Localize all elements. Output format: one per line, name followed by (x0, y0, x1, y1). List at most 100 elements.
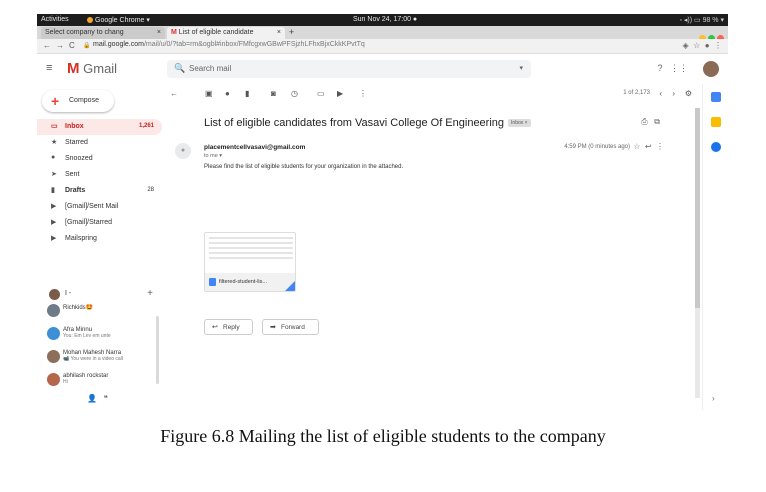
print-icon[interactable]: ⎙ (641, 117, 647, 126)
forward-icon: ➡ (270, 324, 276, 331)
sender-avatar[interactable]: ● (175, 143, 191, 159)
delete-icon[interactable]: ▮ (245, 89, 249, 98)
draft-icon: ▮ (51, 187, 55, 194)
menu-kebab-icon[interactable]: ⋮ (714, 41, 722, 50)
sidebar-item-sent[interactable]: ➤ Sent (37, 167, 162, 183)
sidebar-item-inbox[interactable]: ▭ Inbox 1,261 (37, 119, 162, 135)
tab-gmail[interactable]: M List of eligible candidate × (167, 27, 285, 39)
inbox-label-chip[interactable]: Inbox × (508, 119, 531, 127)
bookmark-star-icon[interactable]: ☆ (693, 41, 700, 50)
person-icon[interactable]: 👤 (87, 394, 97, 403)
sidebar-item-sent-mail[interactable]: ▶ [Gmail]/Sent Mail (37, 199, 162, 215)
drafts-count: 28 (147, 187, 154, 193)
star-icon: ★ (51, 139, 58, 146)
avatar (47, 350, 60, 363)
gmail-header: ≡ M Gmail 🔍 Search mail ▾ ? ⋮⋮ (37, 54, 728, 84)
lock-icon: 🔒 (83, 43, 91, 49)
avatar (49, 289, 60, 300)
search-icon[interactable]: 🔍 (174, 63, 185, 74)
inbox-icon: ▭ (51, 123, 58, 130)
new-tab-button[interactable]: + (289, 27, 294, 37)
more-icon[interactable]: ⋮ (656, 142, 664, 151)
app-menu[interactable]: Google Chrome ▾ (87, 16, 150, 24)
scrollbar-thumb[interactable] (695, 108, 700, 308)
report-spam-icon[interactable]: ● (225, 89, 230, 98)
more-options-icon[interactable]: ⋮ (359, 89, 367, 98)
message-scrollbar[interactable] (695, 108, 700, 398)
search-input[interactable]: 🔍 Search mail ▾ (167, 60, 531, 78)
avatar (47, 304, 60, 317)
sidebar-item-gmail-starred[interactable]: ▶ [Gmail]/Starred (37, 215, 162, 231)
tasks-icon[interactable] (711, 142, 721, 152)
account-avatar[interactable] (703, 61, 719, 77)
url-path: /mail/u/0/?tab=rm&ogbl#inbox/FMfcgxwGBwP… (143, 41, 365, 48)
sender-email[interactable]: placementcellvasavi@gmail.com (204, 144, 305, 151)
settings-gear-icon[interactable]: ⚙ (685, 89, 692, 98)
reply-icon[interactable]: ↩ (645, 142, 652, 151)
star-icon[interactable]: ☆ (633, 142, 640, 151)
gmail-logo[interactable]: M Gmail (67, 60, 117, 77)
hangouts-icon[interactable]: ❝ (104, 394, 108, 403)
tab-strip: Select company to chang × M List of elig… (37, 26, 728, 42)
hangouts-panel: I - + Richkids🤩 Afra Minnu You: Em Lev em … (37, 287, 162, 393)
sidebar-item-snoozed[interactable]: ● Snoozed (37, 151, 162, 167)
sidebar-item-drafts[interactable]: ▮ Drafts 28 (37, 183, 162, 199)
new-window-icon[interactable]: ⧉ (654, 117, 660, 126)
contact-item[interactable]: Afra Minnu You: Em Lev em unte (37, 324, 162, 347)
sidebar-item-starred[interactable]: ★ Starred (37, 135, 162, 151)
back-to-inbox-icon[interactable]: ← (170, 89, 178, 98)
reply-button[interactable]: ↩ Reply (204, 319, 253, 335)
contact-item[interactable]: Richkids🤩 (37, 301, 162, 324)
keep-icon[interactable] (711, 117, 721, 127)
mark-unread-icon[interactable]: ◙ (271, 89, 276, 98)
sidebar-scrollbar[interactable] (156, 316, 159, 384)
forward-icon[interactable]: → (56, 41, 64, 50)
contact-name: Richkids🤩 (63, 305, 94, 311)
newer-icon[interactable]: › (672, 89, 675, 98)
profile-icon[interactable]: ● (705, 41, 710, 50)
avatar (47, 327, 60, 340)
attachment-card[interactable]: filtered-student-lis... (204, 232, 296, 292)
move-to-icon[interactable]: ▭ (317, 89, 325, 98)
expand-panel-icon[interactable]: › (712, 394, 715, 403)
url-field[interactable]: mail.google.com/mail/u/0/?tab=rm&ogbl#in… (93, 41, 365, 48)
activities-button[interactable]: Activities (41, 16, 69, 23)
contact-item[interactable]: abhilash rockstar Hi (37, 370, 162, 393)
older-icon[interactable]: ‹ (659, 89, 662, 98)
contact-status: 📹 You were in a video call (63, 356, 123, 362)
gmail-logo-text: Gmail (83, 61, 118, 76)
back-icon[interactable]: ← (43, 41, 51, 50)
reload-icon[interactable]: C (69, 41, 75, 50)
new-chat-icon[interactable]: + (147, 288, 153, 299)
reply-icon: ↩ (212, 324, 218, 331)
extension-icon[interactable]: ◈ (682, 41, 688, 50)
label-icon: ▶ (51, 203, 57, 210)
url-host: mail.google.com (93, 41, 144, 48)
archive-icon[interactable]: ▣ (205, 89, 213, 98)
recipient-details[interactable]: to me ▾ (204, 153, 222, 159)
hangouts-me-label: I - (65, 290, 72, 297)
side-panel-rail: › (702, 84, 728, 410)
main-menu-icon[interactable]: ≡ (46, 62, 52, 74)
label-icon[interactable]: ▶ (337, 89, 343, 98)
apps-grid-icon[interactable]: ⋮⋮ (670, 63, 688, 73)
unread-count: 1,261 (138, 123, 154, 129)
sidebar-item-mailspring[interactable]: ▶ Mailspring (37, 231, 162, 247)
help-icon[interactable]: ? (657, 63, 662, 73)
message-toolbar: ← ▣ ● ▮ ◙ ◷ ▭ ▶ ⋮ 1 of 2,173 ‹ › ⚙ (165, 84, 700, 104)
contact-item[interactable]: Mohan Mahesh Narra 📹 You were in a video … (37, 347, 162, 370)
forward-label: Forward (281, 324, 305, 331)
tab-select-company[interactable]: Select company to chang × (41, 27, 165, 39)
clock[interactable]: Sun Nov 24, 17:00 ● (353, 16, 417, 23)
forward-button[interactable]: ➡ Forward (262, 319, 319, 335)
hangouts-me[interactable]: I - + (37, 287, 162, 301)
browser-actions: ◈ ☆ ● ⋮ (682, 41, 722, 50)
close-tab-icon[interactable]: × (277, 29, 281, 36)
close-tab-icon[interactable]: × (157, 29, 161, 36)
contact-status: Hi (63, 379, 68, 385)
system-tray[interactable]: ◦ ◂)) ▭ 98 % ▾ (679, 16, 724, 24)
search-options-icon[interactable]: ▾ (519, 64, 523, 72)
compose-button[interactable]: + Compose (42, 90, 114, 112)
calendar-icon[interactable] (711, 92, 721, 102)
snooze-icon[interactable]: ◷ (291, 89, 298, 98)
